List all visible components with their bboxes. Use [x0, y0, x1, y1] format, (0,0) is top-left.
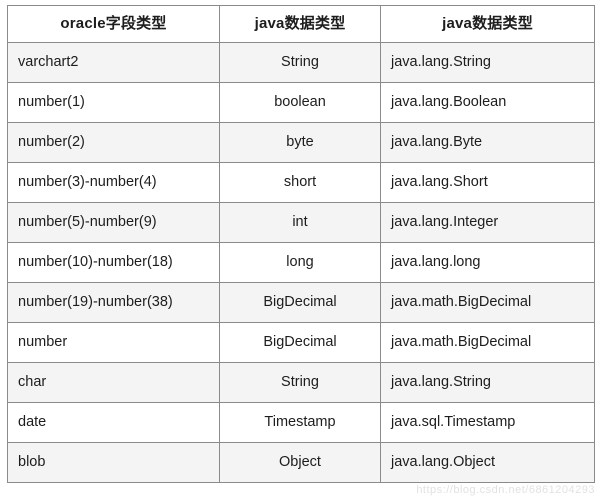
cell-java-class: java.lang.String: [380, 42, 595, 83]
cell-java-type: boolean: [219, 82, 381, 123]
cell-oracle-type: number(1): [7, 82, 220, 123]
table-row: date Timestamp java.sql.Timestamp: [7, 402, 595, 443]
table-row: varchart2 String java.lang.String: [7, 42, 595, 83]
cell-java-class: java.lang.String: [380, 362, 595, 403]
cell-java-type: Timestamp: [219, 402, 381, 443]
table-row: number(1) boolean java.lang.Boolean: [7, 82, 595, 123]
cell-oracle-type: number: [7, 322, 220, 363]
cell-oracle-type: date: [7, 402, 220, 443]
cell-oracle-type: number(2): [7, 122, 220, 163]
cell-oracle-type: number(10)-number(18): [7, 242, 220, 283]
cell-java-type: int: [219, 202, 381, 243]
table-body: varchart2 String java.lang.String number(1)…: [7, 42, 595, 483]
cell-oracle-type: number(3)-number(4): [7, 162, 220, 203]
cell-java-class: java.lang.Boolean: [380, 82, 595, 123]
cell-java-class: java.lang.Object: [380, 442, 595, 483]
table-row: number(10)-number(18) long java.lang.long: [7, 242, 595, 283]
cell-java-type: String: [219, 362, 381, 403]
cell-java-type: Object: [219, 442, 381, 483]
cell-java-type: String: [219, 42, 381, 83]
cell-java-type: long: [219, 242, 381, 283]
oracle-java-type-mapping-table: oracle字段类型 java数据类型 java数据类型 varchart2 St…: [7, 5, 595, 483]
table-row: number(3)-number(4) short java.lang.Short: [7, 162, 595, 203]
cell-java-class: java.lang.long: [380, 242, 595, 283]
cell-java-class: java.sql.Timestamp: [380, 402, 595, 443]
cell-java-type: BigDecimal: [219, 282, 381, 323]
cell-oracle-type: number(5)-number(9): [7, 202, 220, 243]
table-row: number(2) byte java.lang.Byte: [7, 122, 595, 163]
table-row: number(19)-number(38) BigDecimal java.math…: [7, 282, 595, 323]
cell-java-class: java.math.BigDecimal: [380, 322, 595, 363]
cell-java-class: java.lang.Integer: [380, 202, 595, 243]
table-header: oracle字段类型 java数据类型 java数据类型: [7, 5, 595, 43]
table-row: number BigDecimal java.math.BigDecimal: [7, 322, 595, 363]
cell-java-type: short: [219, 162, 381, 203]
column-header-oracle-type: oracle字段类型: [7, 5, 220, 43]
cell-oracle-type: varchart2: [7, 42, 220, 83]
cell-oracle-type: char: [7, 362, 220, 403]
table-row: number(5)-number(9) int java.lang.Integer: [7, 202, 595, 243]
oracle-java-type-mapping-table-container: oracle字段类型 java数据类型 java数据类型 varchart2 St…: [7, 5, 595, 494]
column-header-java-class: java数据类型: [380, 5, 595, 43]
cell-java-class: java.lang.Short: [380, 162, 595, 203]
cell-java-class: java.math.BigDecimal: [380, 282, 595, 323]
cell-java-type: byte: [219, 122, 381, 163]
table-header-row: oracle字段类型 java数据类型 java数据类型: [7, 5, 595, 43]
cell-oracle-type: blob: [7, 442, 220, 483]
table-row: blob Object java.lang.Object: [7, 442, 595, 483]
column-header-java-type: java数据类型: [219, 5, 381, 43]
cell-java-class: java.lang.Byte: [380, 122, 595, 163]
table-row: char String java.lang.String: [7, 362, 595, 403]
cell-oracle-type: number(19)-number(38): [7, 282, 220, 323]
cell-java-type: BigDecimal: [219, 322, 381, 363]
